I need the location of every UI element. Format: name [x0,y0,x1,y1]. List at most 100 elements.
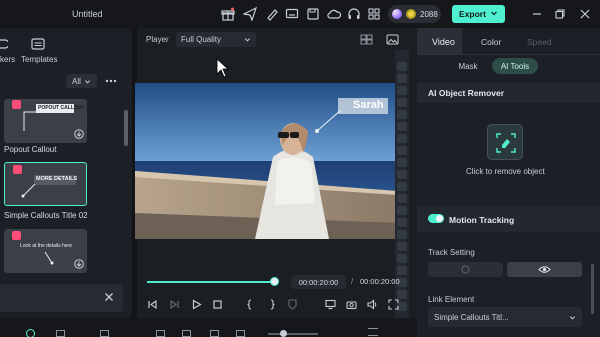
save-icon[interactable] [306,7,320,21]
spinner-icon [461,265,470,274]
eye-icon [538,266,551,273]
divider [417,54,600,55]
tab-stickers[interactable]: kers [0,55,15,64]
motion-tracking-label: Motion Tracking [449,215,515,225]
video-preview[interactable]: Sarah [135,83,397,239]
fullscreen-icon[interactable] [388,299,399,310]
stickers-icon[interactable] [0,38,8,50]
display-icon[interactable] [325,299,336,310]
template-thumb-simple-callouts-title-02[interactable]: MORE DETAILS [4,162,87,206]
download-icon[interactable] [74,129,84,141]
zoom-slider-knob[interactable] [280,330,287,337]
total-time: 00:00:20:00 [360,277,400,286]
credits-badge[interactable]: 2088 [388,5,441,23]
chevron-down-icon [569,315,576,320]
more-options-icon[interactable] [105,76,117,86]
restore-icon[interactable] [554,8,566,20]
close-icon[interactable] [104,292,114,302]
marker-icon[interactable] [287,299,298,310]
template-thumb-look-at-details[interactable]: Look at the details here [4,229,87,273]
snapshot-image-icon[interactable] [386,34,399,45]
premium-gem-icon [12,100,21,109]
remove-object-button[interactable] [487,124,523,160]
headset-icon[interactable] [347,7,361,21]
play-icon[interactable] [191,299,202,310]
toolbar-icon[interactable] [182,330,191,337]
templates-icon[interactable] [31,38,45,50]
next-frame-icon[interactable] [169,299,180,310]
toolbar-icon[interactable] [236,330,245,337]
time-separator: / [351,277,354,286]
properties-panel [417,28,600,337]
callout-line-graphic [21,183,36,198]
chevron-down-icon [84,79,90,84]
track-button[interactable] [428,262,503,277]
export-button[interactable]: Export [452,5,505,23]
camera-icon[interactable] [346,299,357,310]
tab-color[interactable]: Color [481,37,501,47]
playhead-handle[interactable] [270,277,279,286]
callout-pointer-line [315,109,342,133]
toolbar-icon[interactable] [156,330,165,337]
toolbar-icon[interactable] [100,330,109,337]
zoom-slider[interactable] [268,333,318,335]
tab-video[interactable]: Video [432,37,455,47]
tab-templates[interactable]: Templates [21,55,57,64]
timeline-toolbar [0,318,417,337]
right-panel-scrollbar[interactable] [591,264,594,314]
motion-tracking-toggle[interactable] [428,214,444,223]
link-element-value: Simple Callouts Titl... [434,312,509,322]
premium-gem-icon [13,165,22,174]
current-time[interactable]: 00:00:20:00 [291,275,346,289]
link-element-label: Link Element [428,295,475,304]
ai-object-remover-title: AI Object Remover [428,88,505,98]
toolbar-icon[interactable] [368,328,378,336]
mark-in-icon[interactable] [245,299,256,310]
mouse-cursor-icon [216,58,230,78]
callout-line-graphic [23,111,38,131]
tab-speed[interactable]: Speed [527,37,552,47]
download-icon[interactable] [74,259,84,271]
quality-value: Full Quality [181,35,222,44]
subtab-ai-tools[interactable]: AI Tools [492,58,538,74]
export-label: Export [459,9,486,19]
template-label: Popout Callout [4,145,57,154]
thumb-text: Look at the details here [20,243,72,249]
coin-icon [406,9,416,19]
eraser-icon [496,133,516,153]
close-window-icon[interactable] [579,8,591,20]
thumb-text: MORE DETAILS [36,176,78,182]
premium-gem-icon [12,231,21,240]
subtab-mask[interactable]: Mask [451,58,485,74]
filter-dropdown[interactable]: All [66,74,97,88]
toolbar-icon[interactable] [56,330,65,337]
left-panel-scrollbar[interactable] [124,110,128,146]
callout-line-graphic [44,251,54,265]
filter-label: All [72,76,81,86]
template-thumb-popout-callout[interactable]: POPOUT CALLOUT [4,99,87,143]
volume-icon[interactable] [367,299,378,310]
project-title: Untitled [72,9,103,19]
grid-apps-icon[interactable] [367,7,381,21]
mark-out-icon[interactable] [266,299,277,310]
preview-track-button[interactable] [507,262,582,277]
credits-count: 2088 [420,9,438,19]
chevron-down-icon [244,38,251,42]
minimize-icon[interactable] [531,8,543,20]
cloud-icon[interactable] [327,7,341,21]
send-icon[interactable] [243,7,257,21]
grid-view-icon[interactable] [360,34,373,45]
record-icon[interactable] [26,329,35,337]
stop-icon[interactable] [212,299,223,310]
gift-icon[interactable] [221,7,235,21]
chevron-down-icon [490,9,498,19]
link-element-dropdown[interactable]: Simple Callouts Titl... [428,307,582,327]
toolbar-icon[interactable] [210,330,219,337]
monitor-icon[interactable] [285,7,299,21]
thumb-text: POPOUT CALLOUT [38,105,85,111]
quality-dropdown[interactable]: Full Quality [176,32,256,47]
previous-frame-icon[interactable] [147,299,158,310]
playback-progress[interactable] [147,281,274,283]
track-setting-label: Track Setting [428,248,475,257]
brush-icon[interactable] [265,7,279,21]
